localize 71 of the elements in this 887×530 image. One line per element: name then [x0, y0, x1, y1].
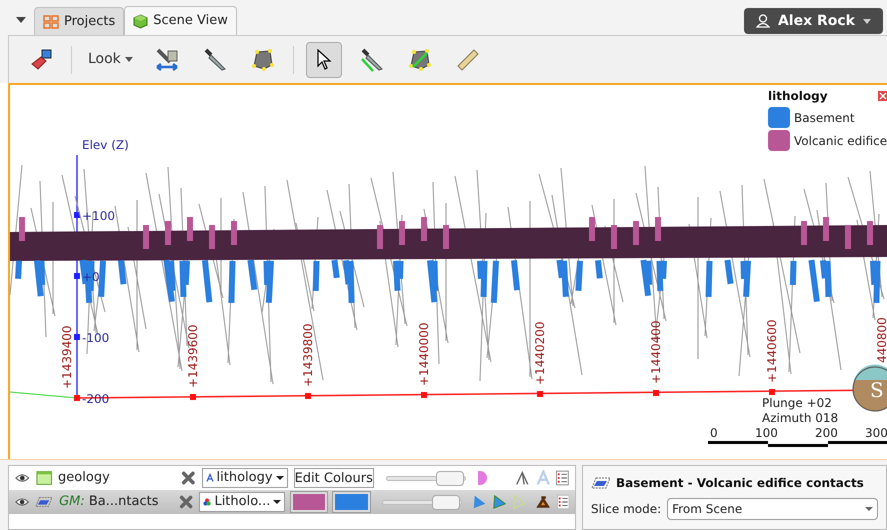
remove-icon[interactable]	[180, 470, 196, 486]
layer-name: geology	[58, 469, 111, 488]
easting-label: 440800	[875, 317, 887, 363]
legend-label: Basement	[794, 110, 855, 126]
eraser-icon	[29, 48, 53, 72]
legend-title: lithology	[768, 88, 828, 105]
caret-icon	[865, 507, 873, 511]
highlight-icon[interactable]	[478, 471, 487, 485]
pointer-icon	[316, 48, 332, 70]
caret-icon	[124, 57, 133, 62]
elevation-label: -100	[82, 331, 110, 345]
caret-icon	[276, 476, 284, 480]
scale-label: 300	[865, 426, 887, 440]
tab[interactable]: Scene View	[124, 6, 237, 35]
list-icon[interactable]	[556, 494, 569, 510]
easting-label: +1439400	[60, 326, 74, 389]
knife-icon	[202, 46, 228, 72]
polygon-icon	[408, 48, 432, 72]
eye-icon[interactable]	[15, 497, 30, 507]
surface-icon	[35, 494, 54, 510]
eye-icon[interactable]	[15, 473, 30, 483]
polygon-icon	[250, 48, 275, 72]
scale-label: 200	[815, 426, 838, 440]
colour-swatch[interactable]	[291, 492, 328, 512]
easting-label: +1439800	[301, 324, 315, 387]
tab[interactable]: Projects	[34, 7, 124, 35]
caret-icon[interactable]	[16, 17, 26, 23]
orientation-label: Plunge +02	[762, 396, 832, 410]
legend-label: Volcanic edifice	[794, 132, 887, 150]
scale-label: 0	[710, 426, 718, 440]
opacity-slider[interactable]	[386, 470, 466, 486]
grid-icon	[43, 14, 59, 28]
easting-label: +1440000	[417, 322, 431, 386]
view-align-icon	[154, 46, 180, 72]
elevation-label: +100	[82, 209, 115, 223]
tool-button[interactable]	[306, 42, 342, 78]
user-icon	[756, 14, 770, 28]
compass-label: S	[870, 378, 884, 402]
triangle-icon[interactable]	[492, 494, 506, 510]
lines-icon[interactable]	[514, 470, 530, 486]
layer-row[interactable]: GM: Ba...ntacts Litholo...	[9, 490, 575, 514]
scale-label: 100	[755, 426, 778, 440]
edit-colours-button[interactable]: Edit Colours	[294, 468, 374, 488]
colour-by-dropdown[interactable]: lithology	[202, 468, 288, 488]
list-icon[interactable]	[556, 470, 569, 486]
tool-icon[interactable]	[536, 494, 550, 510]
slice-mode-label: Slice mode:	[591, 501, 662, 518]
colour-swatch[interactable]	[333, 492, 370, 512]
caret-icon	[273, 500, 282, 504]
cube-icon	[133, 14, 148, 28]
surface-icon	[591, 475, 611, 491]
table-icon	[36, 470, 52, 486]
easting-label: +1440600	[765, 320, 779, 383]
look-menu[interactable]: Look	[84, 42, 137, 78]
colour-by-dropdown[interactable]: Litholo...	[199, 492, 286, 512]
ruler-icon	[454, 46, 481, 72]
knife-icon	[358, 46, 385, 72]
orientation-label: Azimuth 018	[762, 411, 838, 425]
layer-name: GM: Ba...ntacts	[59, 493, 160, 512]
compass-sphere	[852, 364, 887, 412]
axis-title: Elev (Z)	[82, 138, 129, 152]
close-icon[interactable]	[878, 91, 887, 101]
slice-mode-dropdown[interactable]: From Scene	[667, 498, 878, 520]
easting-label: +1440200	[533, 322, 547, 385]
opacity-slider[interactable]	[382, 494, 462, 510]
caret-icon	[863, 18, 871, 24]
panel-title: Basement - Volcanic edifice contacts	[616, 475, 864, 492]
user-menu[interactable]: Alex Rock	[744, 8, 883, 34]
easting-label: +1440400	[649, 320, 663, 384]
easting-label: +1439600	[186, 324, 200, 388]
remove-icon[interactable]	[179, 494, 194, 510]
